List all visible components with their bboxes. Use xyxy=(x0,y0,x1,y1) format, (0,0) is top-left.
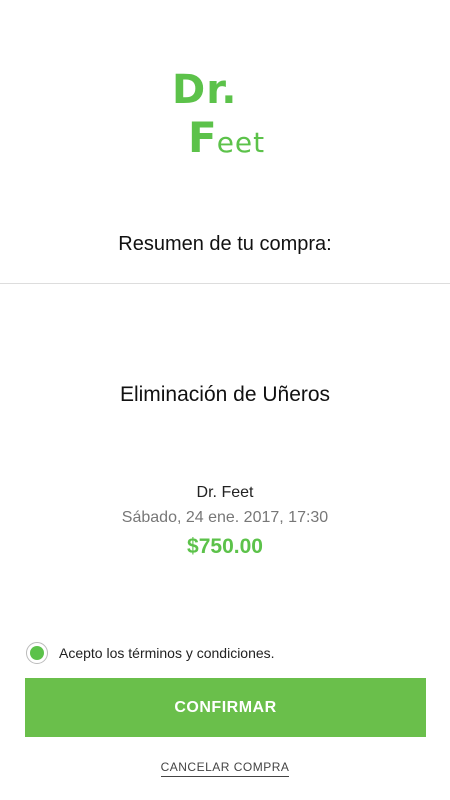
service-name: Eliminación de Uñeros xyxy=(119,383,331,406)
confirm-button[interactable]: CONFIRMAR xyxy=(25,678,426,737)
terms-checkbox-row[interactable]: Acepto los términos y condiciones. xyxy=(26,640,275,666)
appointment-datetime: Sábado, 24 ene. 2017, 17:30 xyxy=(121,509,329,526)
cancel-purchase-link[interactable]: CANCELAR COMPRA xyxy=(160,760,290,777)
price: $750.00 xyxy=(187,535,263,558)
dr-feet-logo: Dr. Feet xyxy=(172,68,282,168)
logo-text-dr: Dr. xyxy=(172,67,238,113)
cancel-purchase-link-wrapper: CANCELAR COMPRA xyxy=(0,759,450,777)
terms-label[interactable]: Acepto los términos y condiciones. xyxy=(59,643,275,663)
header-divider xyxy=(0,283,450,284)
provider-name: Dr. Feet xyxy=(196,484,254,501)
terms-radio[interactable] xyxy=(26,642,48,664)
page-title: Resumen de tu compra: xyxy=(118,233,332,255)
radio-selected-dot xyxy=(30,646,44,660)
logo-text-feet: Feet xyxy=(188,114,265,167)
logo-text-eet: eet xyxy=(216,126,266,159)
logo-text-f: F xyxy=(188,113,217,162)
